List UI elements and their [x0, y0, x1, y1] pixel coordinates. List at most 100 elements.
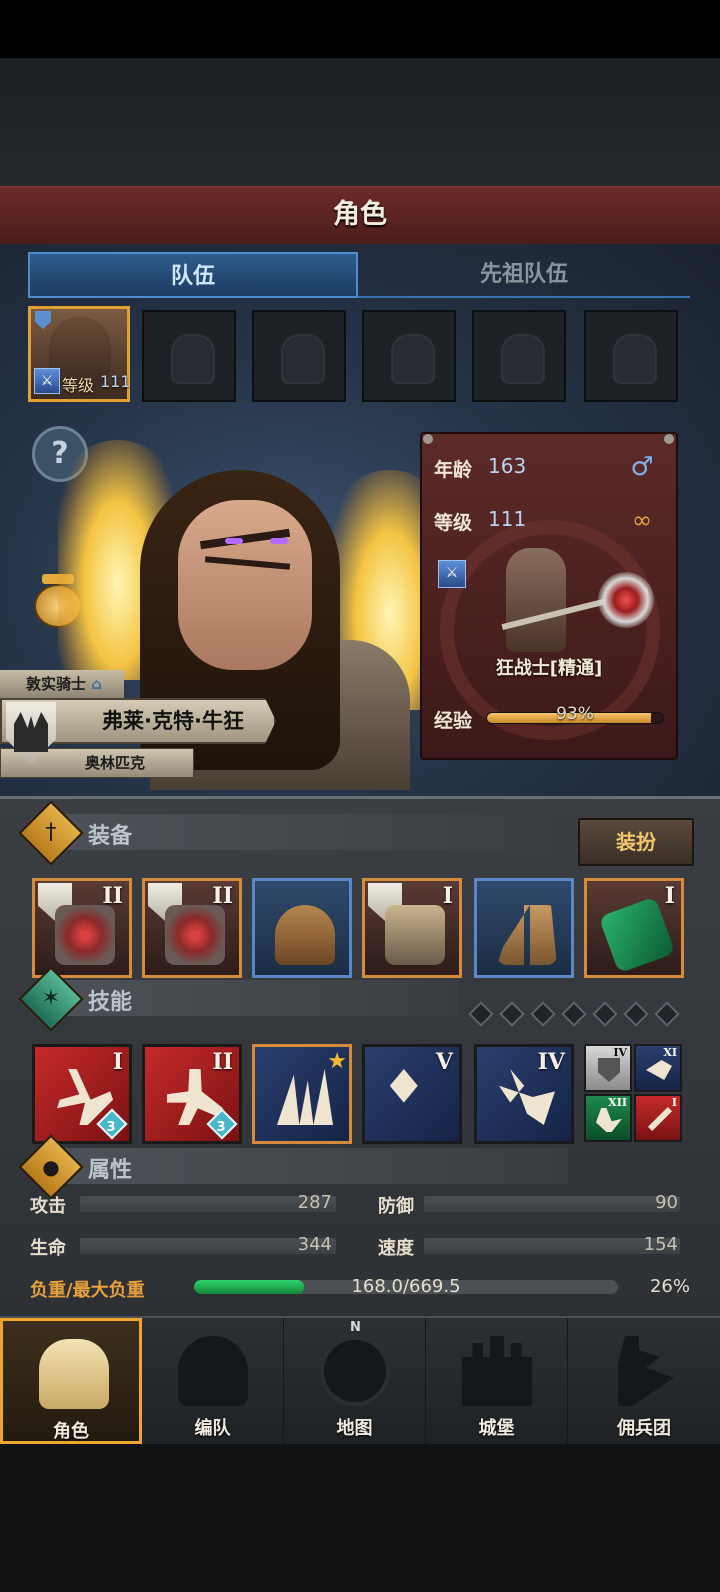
team-slot-2[interactable]: [142, 310, 236, 402]
level-label: 等级: [434, 512, 473, 534]
nav-label: 编队: [194, 1418, 231, 1439]
passive-skill-2[interactable]: XI: [634, 1044, 682, 1092]
skill-charge-count: 3: [216, 1120, 226, 1135]
equip-slot-armor[interactable]: I: [362, 878, 462, 978]
mace-icon: [165, 905, 225, 965]
rings-icon: ∞: [632, 506, 652, 534]
skill-tier: II: [212, 1049, 233, 1075]
hero-title-tag: 敦实骑士 ⌂: [0, 670, 124, 698]
nav-formation[interactable]: 编队: [142, 1318, 284, 1444]
male-icon: ♂: [630, 452, 654, 482]
skills-title: 技能: [88, 990, 133, 1015]
nav-castle[interactable]: 城堡: [426, 1318, 568, 1444]
hero-eye: [270, 538, 288, 544]
tab-ancestor-team[interactable]: 先祖队伍: [358, 252, 690, 298]
speed-value: 154: [643, 1234, 678, 1255]
team-slot-4[interactable]: [362, 310, 456, 402]
header-backdrop: [0, 58, 720, 186]
team-slot-6[interactable]: [584, 310, 678, 402]
equip-slot-accessory[interactable]: I: [584, 878, 684, 978]
nav-character[interactable]: 角色: [0, 1318, 142, 1444]
hero-portrait: [178, 500, 312, 670]
tab-team[interactable]: 队伍: [28, 252, 358, 298]
load-value: 168.0/669.5: [351, 1276, 461, 1297]
equipment-title: 装备: [88, 824, 133, 849]
hp-value: 344: [297, 1234, 332, 1255]
empty-helmet-icon: [501, 334, 545, 384]
class-skill-icon: ⚔: [438, 560, 466, 588]
empty-helmet-icon: [281, 334, 325, 384]
hero-origin: 奥林匹克: [84, 754, 145, 772]
mercenary-banner-icon: [618, 1336, 674, 1406]
skill-tier: XII: [608, 1096, 627, 1109]
skill-badge-icon: ⚔: [34, 368, 60, 394]
beast-icon: [646, 1060, 672, 1080]
crystal-sword-icon: [389, 1069, 418, 1103]
system-nav-area: [0, 1444, 720, 1592]
status-bar-area: [0, 0, 720, 58]
defense-label: 防御: [378, 1196, 414, 1217]
defense-value: 90: [655, 1192, 678, 1213]
class-figure-icon: [506, 548, 566, 652]
empty-helmet-icon: [391, 334, 435, 384]
nav-map[interactable]: 地图: [284, 1318, 426, 1444]
skill-slot-4[interactable]: V: [362, 1044, 462, 1144]
team-slot-level-value: 111: [100, 372, 131, 391]
team-slot-3[interactable]: [252, 310, 346, 402]
passive-skill-1[interactable]: IV: [584, 1044, 632, 1092]
attributes-title: 属性: [88, 1158, 133, 1183]
strike-icon: [596, 1108, 622, 1132]
shield-buff-icon: [598, 1058, 620, 1082]
pin-icon: [423, 434, 433, 444]
dress-up-button[interactable]: 装扮: [578, 818, 694, 866]
equip-slot-helmet[interactable]: [252, 878, 352, 978]
passive-skill-3[interactable]: XII: [584, 1094, 632, 1142]
hero-eye: [225, 538, 243, 544]
exp-label: 经验: [434, 710, 473, 732]
boots-icon: [497, 905, 557, 965]
passive-skill-4[interactable]: I: [634, 1094, 682, 1142]
skill-slot-5[interactable]: IV: [474, 1044, 574, 1144]
skill-slot-3[interactable]: ★: [252, 1044, 352, 1144]
skill-tier: IV: [613, 1046, 627, 1059]
hero-name: 弗莱·克特·牛狂: [102, 709, 244, 733]
compass-map-icon: [320, 1336, 390, 1406]
hero-title: 敦实骑士: [26, 675, 87, 693]
nav-label: 地图: [336, 1418, 373, 1439]
skill-slot-2[interactable]: II 3: [142, 1044, 242, 1144]
equip-slot-boots[interactable]: [474, 878, 574, 978]
empty-helmet-icon: [613, 334, 657, 384]
class-name: 狂战士[精通]: [495, 658, 603, 679]
knight-icon: [39, 1339, 109, 1409]
skill-tier: IV: [537, 1049, 565, 1075]
speed-label: 速度: [378, 1238, 414, 1259]
equip-slot-weapon-2[interactable]: II: [142, 878, 242, 978]
skill-slot-1[interactable]: I 3: [32, 1044, 132, 1144]
exp-percent: 93%: [556, 704, 594, 724]
age-label: 年龄: [434, 459, 473, 481]
level-value: 111: [488, 507, 527, 531]
mace-icon: [55, 905, 115, 965]
helmet-group-icon: [178, 1336, 248, 1406]
equip-tier: I: [442, 883, 453, 909]
team-slot-5[interactable]: [472, 310, 566, 402]
skill-tier: I: [112, 1049, 123, 1075]
fur-armor-icon: [385, 905, 445, 965]
skill-charge-count: 3: [106, 1120, 116, 1135]
equip-slot-weapon-1[interactable]: II: [32, 878, 132, 978]
house-icon: ⌂: [91, 675, 102, 693]
hp-label: 生命: [30, 1238, 66, 1259]
page-title: 角色: [333, 199, 387, 230]
nav-label: 佣兵团: [617, 1418, 671, 1439]
nav-label: 城堡: [478, 1418, 515, 1439]
attack-value: 287: [297, 1192, 332, 1213]
nav-label: 角色: [53, 1421, 89, 1442]
helmet-icon: [275, 905, 335, 965]
team-slot-level-label: 等级: [62, 376, 95, 395]
age-value: 163: [488, 454, 527, 478]
claw-slash-icon: [277, 1069, 333, 1125]
morningstar-icon: [598, 572, 654, 628]
star-icon: ★: [327, 1049, 347, 1074]
nav-mercenary[interactable]: 佣兵团: [568, 1318, 720, 1444]
castle-icon: [462, 1336, 532, 1406]
